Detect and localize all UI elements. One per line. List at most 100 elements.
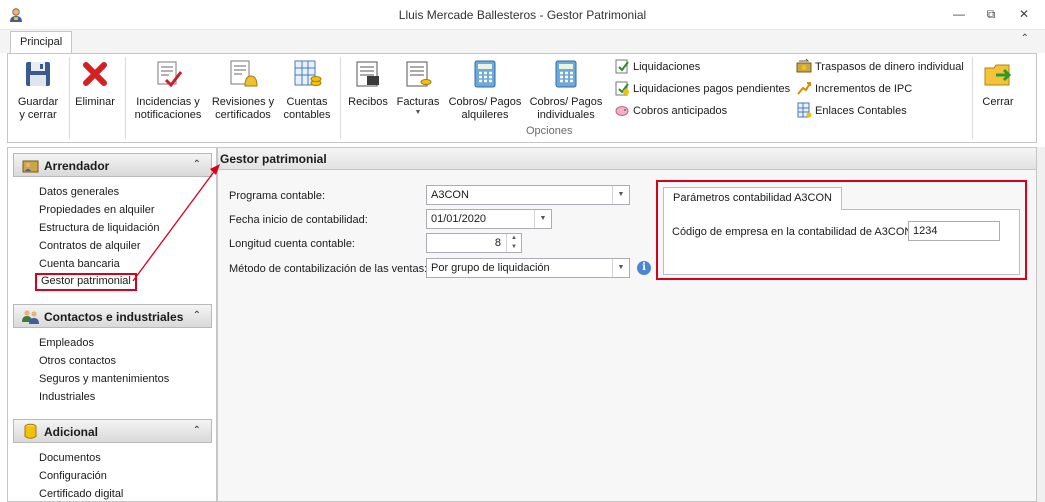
receipt-icon [356, 61, 379, 87]
window-edge [1037, 147, 1045, 502]
incidents-label-1: Incidencias y [136, 96, 200, 108]
nav-item-otros-contactos[interactable]: Otros contactos [39, 353, 116, 369]
minimize-icon[interactable]: — [946, 5, 972, 25]
tab-principal[interactable]: Principal [10, 31, 73, 54]
database-icon [24, 423, 37, 439]
ribbon-tab-row: Principal ⌃ [0, 30, 1045, 54]
nav-item-contratos[interactable]: Contratos de alquiler [39, 238, 141, 254]
empresa-code-input[interactable]: 1234 [908, 221, 1000, 241]
nav-item-propiedades[interactable]: Propiedades en alquiler [39, 202, 155, 218]
pending-settlements-item[interactable]: Liquidaciones pagos pendientes [614, 80, 790, 98]
individual-payments-button[interactable]: Cobros/ Pagos individuales [527, 58, 605, 126]
save-and-close-button[interactable]: Guardar y cerrar [14, 58, 62, 126]
longitud-stepper[interactable]: 8 ▲ ▼ [426, 233, 522, 253]
section-header-adicional[interactable]: Adicional ⌃ [13, 419, 212, 443]
delete-button[interactable]: Eliminar [73, 58, 117, 126]
section-header-arrendador[interactable]: Arrendador ⌃ [13, 153, 212, 177]
ipc-increments-label: Incrementos de IPC [815, 83, 913, 95]
ribbon-separator [125, 57, 126, 139]
ipc-increments-item[interactable]: Incrementos de IPC [796, 80, 912, 98]
contacts-icon [22, 310, 39, 324]
reviews-button[interactable]: Revisiones y certificados [209, 58, 277, 126]
nav-item-empleados[interactable]: Empleados [39, 335, 94, 351]
delete-label: Eliminar [75, 96, 115, 108]
section-title: Contactos e industriales [44, 310, 184, 324]
close-icon[interactable]: ✕ [1011, 5, 1037, 25]
nav-item-certificado[interactable]: Certificado digital [39, 486, 123, 502]
close-label: Cerrar [982, 96, 1014, 108]
nav-item-gestor-patrimonial[interactable]: Gestor patrimonial [35, 273, 137, 291]
chevron-down-icon[interactable]: ▼ [612, 259, 629, 277]
ribbon-separator [69, 57, 70, 139]
ribbon-separator [340, 57, 341, 139]
dropdown-arrow-icon: ▼ [414, 109, 422, 116]
incident-check-icon [157, 61, 183, 88]
metodo-select[interactable]: Por grupo de liquidación ▼ [426, 258, 630, 278]
params-panel: Código de empresa en la contabilidad de … [663, 209, 1020, 275]
programa-label: Programa contable: [229, 190, 325, 202]
chevron-up-icon[interactable]: ⌃ [193, 310, 201, 321]
accounts-label-1: Cuentas [286, 96, 328, 108]
nav-item-cuenta-bancaria[interactable]: Cuenta bancaria [39, 256, 120, 272]
transfers-label: Traspasos de dinero individual [815, 61, 964, 73]
content-header: Gestor patrimonial [218, 148, 1036, 170]
nav-item-configuracion[interactable]: Configuración [39, 468, 107, 484]
incidents-button[interactable]: Incidencias y notificaciones [132, 58, 204, 126]
empresa-code-label: Código de empresa en la contabilidad de … [672, 226, 913, 238]
longitud-value: 8 [494, 237, 501, 249]
programa-select[interactable]: A3CON ▼ [426, 185, 630, 205]
section-header-contactos[interactable]: Contactos e industriales ⌃ [13, 304, 212, 328]
empresa-code-value: 1234 [913, 225, 938, 237]
rent-payments-label-2: alquileres [461, 109, 509, 121]
receipts-button[interactable]: Recibos [346, 58, 390, 126]
transfers-item[interactable]: Traspasos de dinero individual [796, 58, 964, 76]
receipts-label: Recibos [348, 96, 388, 108]
stepper-arrows-icon[interactable]: ▲ ▼ [506, 234, 521, 252]
nav-item-industriales[interactable]: Industriales [39, 389, 95, 405]
invoices-label: Facturas [396, 96, 440, 108]
accounting-links-item[interactable]: Enlaces Contables [796, 102, 907, 120]
invoices-button[interactable]: Facturas ▼ [394, 58, 442, 126]
fecha-label: Fecha inicio de contabilidad: [229, 214, 368, 226]
accounting-links-label: Enlaces Contables [815, 105, 907, 117]
chevron-up-icon[interactable]: ⌃ [193, 159, 201, 170]
fecha-date-picker[interactable]: 01/01/2020 ▼ [426, 209, 552, 229]
save-label-1: Guardar [17, 96, 59, 108]
chevron-down-icon[interactable]: ▼ [612, 186, 629, 204]
metodo-label: Método de contabilización de las ventas: [229, 263, 428, 275]
calculator-icon [555, 60, 577, 88]
close-button[interactable]: Cerrar [976, 58, 1020, 126]
nav-item-estructura[interactable]: Estructura de liquidación [39, 220, 159, 236]
window-title: Lluis Mercade Ballesteros - Gestor Patri… [398, 8, 647, 22]
maximize-icon[interactable]: ⧉ [978, 5, 1004, 25]
reviews-label-1: Revisiones y [211, 96, 275, 108]
growth-arrow-icon [797, 82, 811, 95]
incidents-label-2: notificaciones [134, 109, 202, 121]
invoice-icon [406, 61, 432, 87]
content-pane: Gestor patrimonial Programa contable: A3… [217, 147, 1037, 502]
longitud-label: Longitud cuenta contable: [229, 238, 355, 250]
programa-value: A3CON [431, 189, 469, 201]
ribbon-group-label: Opciones [526, 125, 573, 137]
chevron-up-icon[interactable]: ⌃ [1021, 33, 1029, 44]
title-bar: Lluis Mercade Ballesteros - Gestor Patri… [0, 0, 1045, 30]
red-x-icon [83, 62, 107, 86]
accounts-button[interactable]: Cuentas contables [280, 58, 334, 126]
rent-payments-button[interactable]: Cobros/ Pagos alquileres [447, 58, 523, 126]
settlement-check-icon [615, 59, 629, 74]
info-icon[interactable]: i [637, 261, 651, 275]
nav-item-seguros[interactable]: Seguros y mantenimientos [39, 371, 169, 387]
section-title: Adicional [44, 425, 99, 439]
advance-payments-item[interactable]: Cobros anticipados [614, 102, 727, 120]
nav-item-documentos[interactable]: Documentos [39, 450, 101, 466]
rent-payments-label-1: Cobros/ Pagos [448, 96, 522, 108]
chevron-up-icon[interactable]: ⌃ [193, 425, 201, 436]
settlements-item[interactable]: Liquidaciones [614, 58, 700, 76]
tab-parametros-a3con[interactable]: Parámetros contabilidad A3CON [663, 187, 842, 210]
calculator-icon [474, 60, 496, 88]
reviews-label-2: certificados [215, 109, 271, 121]
piggy-bank-icon [615, 106, 629, 116]
nav-item-datos-generales[interactable]: Datos generales [39, 184, 119, 200]
chevron-down-icon[interactable]: ▼ [534, 210, 551, 228]
exit-folder-icon [984, 64, 1012, 86]
